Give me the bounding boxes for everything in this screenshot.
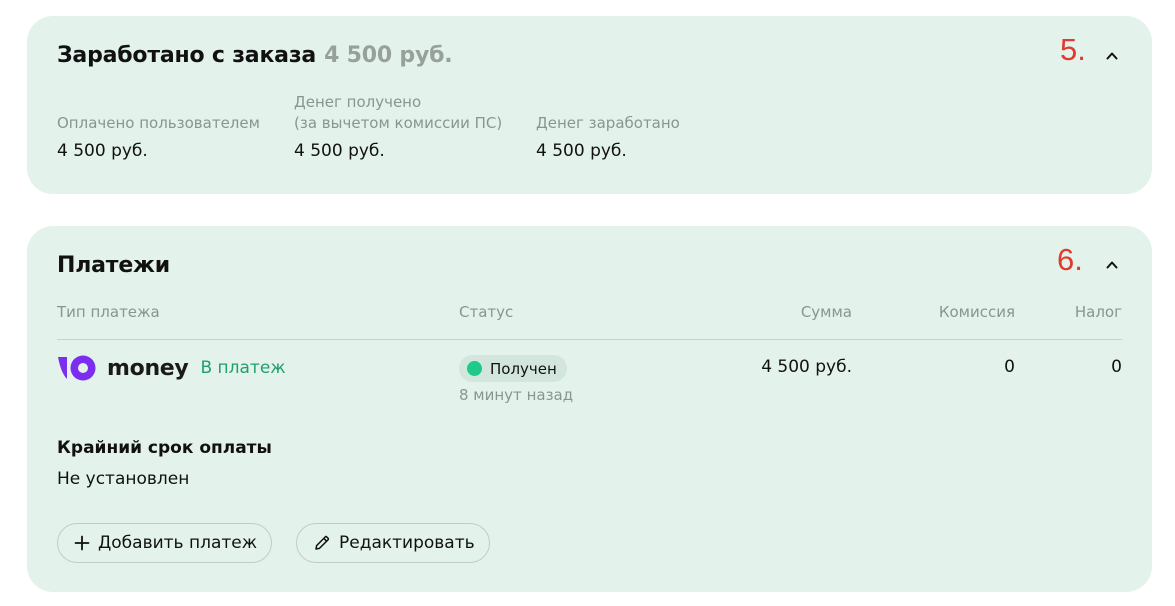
deadline-value: Не установлен	[57, 469, 190, 489]
header-commission: Комиссия	[938, 303, 1015, 321]
earned-total-amount: 4 500 руб.	[324, 43, 453, 68]
deadline-label: Крайний срок оплаты	[57, 438, 272, 458]
summary-label: Денег заработано	[536, 114, 680, 132]
yoomoney-logo-icon	[58, 355, 96, 381]
payment-tax: 0	[1111, 357, 1122, 377]
payments-card: Платежи 6. Тип платежа Статус Сумма Коми…	[27, 226, 1152, 592]
summary-label: Оплачено пользователем	[57, 114, 260, 132]
table-divider	[57, 339, 1122, 340]
pencil-icon	[315, 535, 330, 550]
edit-button[interactable]: Редактировать	[296, 523, 490, 563]
chevron-up-icon[interactable]	[1106, 50, 1118, 62]
summary-money-received: Денег получено (за вычетом комиссии ПС) …	[294, 92, 502, 162]
summary-label-line1	[536, 92, 680, 113]
summary-value: 4 500 руб.	[57, 141, 148, 161]
summary-label-line1: Денег получено	[294, 93, 422, 111]
payment-commission: 0	[1004, 357, 1015, 377]
provider-name: money	[107, 355, 189, 381]
summary-money-earned: Денег заработано 4 500 руб.	[536, 92, 680, 162]
summary-value: 4 500 руб.	[536, 141, 627, 161]
add-payment-button[interactable]: Добавить платеж	[57, 523, 273, 563]
header-sum: Сумма	[800, 303, 852, 321]
chevron-up-icon[interactable]	[1106, 259, 1118, 271]
summary-label-line1	[57, 92, 260, 113]
header-tax: Налог	[1074, 303, 1122, 321]
earned-title-text: Заработано с заказа	[57, 43, 317, 68]
payments-title: Платежи	[57, 253, 170, 278]
summary-paid-by-user: Оплачено пользователем 4 500 руб.	[57, 92, 260, 162]
step-number-6: 6.	[1057, 242, 1083, 277]
earned-card: Заработано с заказа 4 500 руб. 5. Оплачен…	[27, 16, 1152, 194]
add-payment-label: Добавить платеж	[98, 533, 258, 553]
header-payment-type: Тип платежа	[57, 303, 160, 321]
plus-icon	[74, 535, 90, 551]
payment-sum: 4 500 руб.	[761, 357, 852, 377]
summary-label: (за вычетом комиссии ПС)	[294, 114, 503, 132]
earned-title: Заработано с заказа 4 500 руб.	[57, 43, 453, 68]
edit-label: Редактировать	[339, 533, 475, 553]
payment-type-link[interactable]: В платеж	[200, 358, 285, 378]
summary-value: 4 500 руб.	[294, 141, 385, 161]
status-badge: Получен	[459, 355, 567, 382]
step-number-5: 5.	[1060, 32, 1086, 67]
status-text: Получен	[490, 359, 557, 378]
status-dot-icon	[467, 361, 482, 376]
status-time: 8 минут назад	[459, 386, 574, 404]
header-status: Статус	[459, 303, 514, 321]
payment-type-cell: money В платеж	[57, 355, 286, 381]
